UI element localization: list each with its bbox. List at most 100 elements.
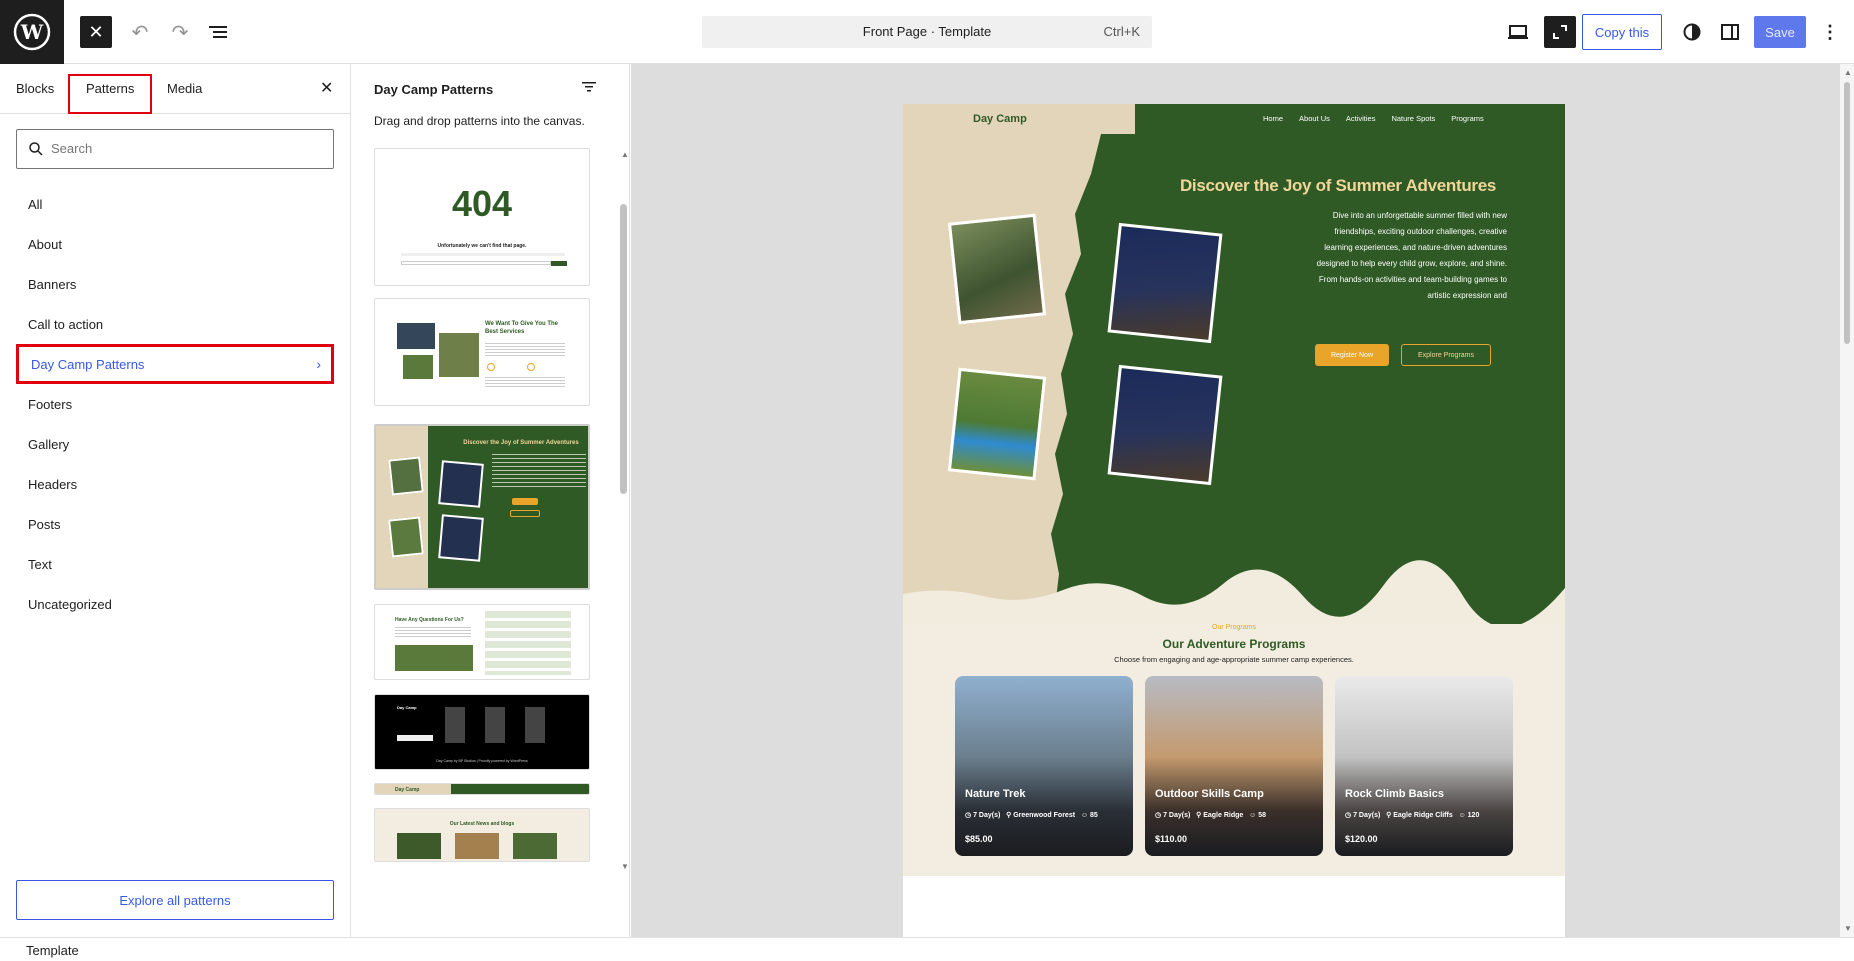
pattern-header[interactable]: Day Camp <box>374 783 590 795</box>
thumb-header-brand: Day Camp <box>395 787 420 793</box>
save-button[interactable]: Save <box>1754 16 1806 48</box>
pattern-blog[interactable]: Our Latest News and blogs <box>374 808 590 862</box>
front-page-preview[interactable]: Day Camp Home About Us Activities Nature… <box>903 104 1565 937</box>
redo-icon[interactable]: ↷ <box>166 18 194 46</box>
thumb-footer-columns <box>445 707 565 743</box>
styles-icon[interactable] <box>1678 18 1706 46</box>
block-inserter-sidebar: Blocks Patterns Media ✕ All About Banner… <box>0 64 351 937</box>
hero-title: Discover the Joy of Summer Adventures <box>1179 176 1497 195</box>
scrollbar-thumb[interactable] <box>620 204 627 494</box>
thumb-services-text <box>485 343 565 357</box>
copy-this-button[interactable]: Copy this <box>1582 14 1662 50</box>
thumb-faq-image <box>395 645 473 671</box>
thumb-faq-questions <box>485 611 571 675</box>
scrollbar-thumb[interactable] <box>1844 82 1850 344</box>
scroll-down-icon[interactable]: ▼ <box>621 862 629 872</box>
close-inserter-button[interactable]: ✕ <box>80 16 112 48</box>
hero-description: Dive into an unforgettable summer filled… <box>1316 211 1507 300</box>
explore-programs-button[interactable]: Explore Programs <box>1401 344 1491 366</box>
programs-subtitle: Choose from engaging and age-appropriate… <box>1114 655 1354 664</box>
category-day-camp-patterns[interactable]: Day Camp Patterns › <box>16 344 334 384</box>
nav-home[interactable]: Home <box>1263 114 1283 123</box>
program-card-price: $110.00 <box>1155 834 1188 844</box>
thumb-404-search-button <box>551 261 567 266</box>
editor-footer: Template <box>0 937 1854 961</box>
thumb-hero-photo-4 <box>438 514 484 562</box>
nav-activities[interactable]: Activities <box>1346 114 1376 123</box>
hero-section: Discover the Joy of Summer Adventures Di… <box>903 134 1565 624</box>
program-card-price: $120.00 <box>1345 834 1378 844</box>
nav-programs[interactable]: Programs <box>1451 114 1484 123</box>
category-footers[interactable]: Footers <box>16 384 334 424</box>
pattern-category-panel: Day Camp Patterns Drag and drop patterns… <box>352 64 630 937</box>
thumb-hero-title: Discover the Joy of Summer Adventures <box>463 440 579 446</box>
options-menu-icon[interactable]: ⋮ <box>1818 18 1842 46</box>
scroll-down-icon[interactable]: ▼ <box>1844 924 1852 933</box>
canvas-scrollbar[interactable]: ▲ ▼ <box>1840 64 1854 937</box>
nav-about-us[interactable]: About Us <box>1299 114 1330 123</box>
pattern-hero[interactable]: Discover the Joy of Summer Adventures <box>374 424 590 590</box>
editor-canvas[interactable]: Day Camp Home About Us Activities Nature… <box>631 64 1854 937</box>
thumb-404-subtitle: Unfortunately we can't find that page. <box>437 243 527 249</box>
category-posts[interactable]: Posts <box>16 504 334 544</box>
thumb-blog-image-2 <box>455 833 499 859</box>
breadcrumb[interactable]: Template <box>26 943 79 958</box>
category-text[interactable]: Text <box>16 544 334 584</box>
settings-sidebar-icon[interactable] <box>1716 18 1744 46</box>
scroll-up-icon[interactable]: ▲ <box>621 150 629 160</box>
patterns-tab-highlight <box>68 74 152 114</box>
thumb-404-title: 404 <box>451 183 513 224</box>
program-card-price: $85.00 <box>965 834 993 844</box>
device-preview-icon[interactable] <box>1504 18 1532 46</box>
category-uncategorized[interactable]: Uncategorized <box>16 584 334 624</box>
thumb-hero-register-button <box>512 498 538 505</box>
category-call-to-action[interactable]: Call to action <box>16 304 334 344</box>
register-now-button[interactable]: Register Now <box>1315 344 1389 366</box>
search-input[interactable] <box>51 141 311 156</box>
program-card-rock-climb[interactable]: Rock Climb Basics ◷ 7 Day(s) ⚲ Eagle Rid… <box>1335 676 1513 856</box>
program-card-title: Nature Trek <box>965 788 1026 800</box>
program-card-outdoor-skills[interactable]: Outdoor Skills Camp ◷ 7 Day(s) ⚲ Eagle R… <box>1145 676 1323 856</box>
document-overview-icon[interactable] <box>204 18 232 46</box>
program-card-title: Rock Climb Basics <box>1345 788 1445 800</box>
explore-all-patterns-button[interactable]: Explore all patterns <box>16 880 334 920</box>
pattern-footer[interactable]: Day Camp Day Camp by BP Studios | Proudl… <box>374 694 590 770</box>
panel-description: Drag and drop patterns into the canvas. <box>374 114 585 128</box>
programs-kicker: Our Programs <box>1212 624 1256 631</box>
thumb-404-search <box>401 261 551 265</box>
thumb-hero-photo-2 <box>438 460 484 508</box>
zoom-out-icon[interactable] <box>1544 16 1576 48</box>
pattern-faq[interactable]: Have Any Questions For Us? <box>374 604 590 680</box>
pattern-services[interactable]: We Want To Give You The Best Services <box>374 298 590 406</box>
category-headers[interactable]: Headers <box>16 464 334 504</box>
nav-nature-spots[interactable]: Nature Spots <box>1391 114 1435 123</box>
category-gallery[interactable]: Gallery <box>16 424 334 464</box>
category-all[interactable]: All <box>16 184 334 224</box>
thumb-hero-photo-3 <box>388 516 424 558</box>
thumb-footer-brand: Day Camp <box>397 705 417 710</box>
shortcut-hint: Ctrl+K <box>1103 24 1140 39</box>
close-icon[interactable]: ✕ <box>320 78 333 98</box>
undo-icon[interactable]: ↶ <box>126 18 154 46</box>
command-palette-button[interactable]: Front Page · Template Ctrl+K <box>702 16 1152 48</box>
filter-icon[interactable] <box>582 80 602 100</box>
scroll-up-icon[interactable]: ▲ <box>1844 68 1852 77</box>
wordpress-logo-icon[interactable]: W <box>0 0 64 64</box>
category-about[interactable]: About <box>16 224 334 264</box>
tab-blocks[interactable]: Blocks <box>16 81 54 96</box>
svg-text:W: W <box>20 20 44 44</box>
tab-media[interactable]: Media <box>167 81 202 96</box>
thumb-services-image-3 <box>403 355 433 379</box>
pattern-list-scrollbar[interactable]: ▲ ▼ <box>616 150 629 940</box>
pattern-404[interactable]: 404 Unfortunately we can't find that pag… <box>374 148 590 286</box>
thumb-services-badge-1 <box>487 363 495 371</box>
thumb-services-image-1 <box>397 323 435 349</box>
site-header: Day Camp Home About Us Activities Nature… <box>903 104 1565 134</box>
pattern-search[interactable] <box>16 129 334 169</box>
program-card-nature-trek[interactable]: Nature Trek ◷ 7 Day(s) ⚲ Greenwood Fores… <box>955 676 1133 856</box>
next-section <box>903 876 1565 937</box>
category-banners[interactable]: Banners <box>16 264 334 304</box>
thumb-services-badge-2 <box>527 363 535 371</box>
editor-top-bar: W ✕ ↶ ↷ Front Page · Template Ctrl+K Cop… <box>0 0 1854 64</box>
site-logo[interactable]: Day Camp <box>973 113 1027 125</box>
